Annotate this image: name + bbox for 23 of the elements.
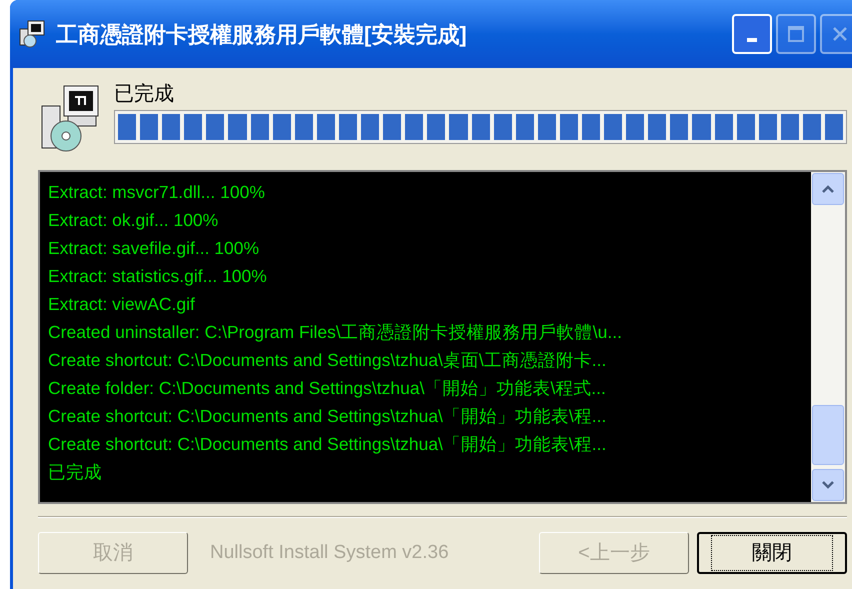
scroll-thumb[interactable] [812, 405, 844, 465]
scroll-up-button[interactable] [812, 173, 844, 205]
window-title: 工商憑證附卡授權服務用戶軟體[安裝完成] [56, 20, 468, 49]
log-line: Created uninstaller: C:\Program Files\工商憑證附卡授權服務用戶軟體\u... [48, 321, 623, 344]
log-line: Extract: savefile.gif... 100% [48, 237, 260, 260]
log-line: Create folder: C:\Documents and Settings\tzhua\「開始」功能表\程式... [48, 377, 607, 400]
dialog-button[interactable]: 關閉 [697, 532, 847, 574]
log-line: Extract: statistics.gif... 100% [48, 265, 268, 288]
scrollbar[interactable] [811, 172, 845, 502]
minimize-button[interactable] [732, 14, 772, 54]
scroll-down-button[interactable] [812, 469, 844, 501]
close-icon [831, 25, 849, 43]
log-line: Create shortcut: C:\Documents and Settings\tzhua\「開始」功能表\程... [48, 433, 608, 456]
status-label: 已完成 [114, 82, 175, 106]
log-line: Extract: msvcr71.dll... 100% [48, 181, 266, 204]
log-line: Create shortcut: C:\Documents and Settings\tzhua\桌面\工商憑證附卡... [48, 349, 608, 372]
log-line: Extract: viewAC.gif [48, 293, 196, 316]
maximize-icon [787, 25, 805, 43]
minimize-icon [747, 38, 757, 42]
log-line: Create shortcut: C:\Documents and Settings\tzhua\「開始」功能表\程... [48, 405, 608, 428]
branding-label: Nullsoft Install System v2.36 [210, 540, 450, 565]
log-line: 已完成 [48, 461, 103, 484]
log-line: Extract: ok.gif... 100% [48, 209, 220, 232]
